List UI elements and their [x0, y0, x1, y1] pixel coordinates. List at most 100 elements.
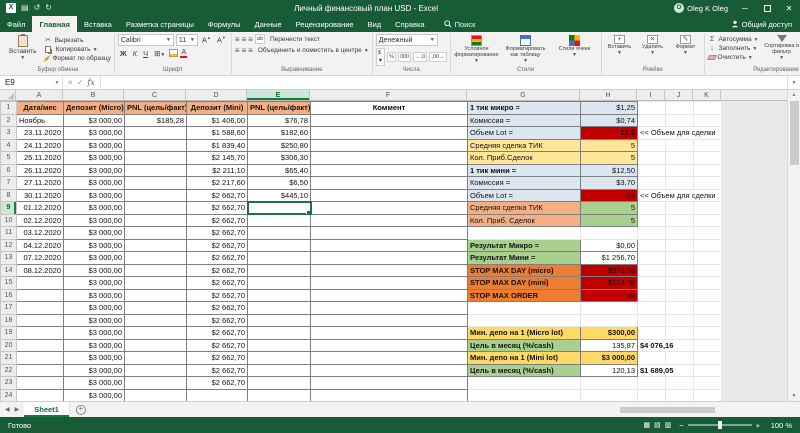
cell-J6[interactable] — [665, 163, 694, 177]
row-header-22[interactable]: 22 — [0, 363, 17, 377]
currency-format-button[interactable]: $ ▼ — [375, 48, 386, 66]
cell-C18[interactable] — [124, 313, 187, 327]
cell-D4[interactable]: $1 839,40 — [186, 138, 248, 152]
cell-A5[interactable]: 25.11.2020 — [16, 151, 64, 165]
cell-I19[interactable] — [637, 326, 666, 340]
cut-button[interactable]: ✂ Вырезать — [44, 36, 111, 45]
column-header-I[interactable]: I — [637, 90, 665, 100]
cell-E15[interactable] — [247, 276, 311, 290]
cell-H17[interactable] — [580, 301, 638, 315]
close-button[interactable]: ✕ — [778, 0, 800, 16]
ribbon-tab-Разметка страницы[interactable]: Разметка страницы — [119, 16, 201, 32]
cell-H1[interactable]: $1,25 — [580, 101, 638, 115]
cell-G18[interactable] — [467, 313, 581, 327]
cell-E6[interactable]: $65,40 — [247, 163, 311, 177]
ribbon-tab-Вставка[interactable]: Вставка — [77, 16, 119, 32]
row-header-12[interactable]: 12 — [0, 238, 17, 252]
cell-E21[interactable] — [247, 351, 311, 365]
ribbon-tab-Данные[interactable]: Данные — [248, 16, 289, 32]
cell-I16[interactable] — [637, 288, 666, 302]
cell-C4[interactable] — [124, 138, 187, 152]
cell-C23[interactable] — [124, 376, 187, 390]
page-break-view-icon[interactable]: ▥ — [665, 421, 672, 429]
cell-K6[interactable] — [693, 163, 722, 177]
cell-F6[interactable] — [310, 163, 468, 177]
ribbon-tab-Формулы[interactable]: Формулы — [201, 16, 248, 32]
cell-D19[interactable]: $2 662,70 — [186, 326, 248, 340]
align-top-icon[interactable]: ≡ — [235, 35, 240, 44]
insert-function-icon[interactable]: fx — [87, 78, 94, 87]
row-header-11[interactable]: 11 — [0, 226, 17, 240]
new-sheet-button[interactable]: + — [75, 404, 86, 415]
insert-cells-button[interactable]: + Вставить ▼ — [605, 34, 635, 56]
cell-E7[interactable]: $6,50 — [247, 176, 311, 190]
cell-A23[interactable] — [16, 376, 64, 390]
cell-H3[interactable]: 10,0 — [580, 126, 638, 140]
cell-E5[interactable]: $306,30 — [247, 151, 311, 165]
cell-C22[interactable] — [124, 363, 187, 377]
cell-C14[interactable] — [124, 263, 187, 277]
cell-A13[interactable]: 07.12.2020 — [16, 251, 64, 265]
cell-styles-button[interactable]: Стили ячеек ▼ — [552, 34, 598, 58]
cell-J7[interactable] — [665, 176, 694, 190]
cell-K19[interactable] — [693, 326, 722, 340]
cell-J2[interactable] — [665, 113, 694, 127]
cell-C10[interactable] — [124, 213, 187, 227]
cell-H16[interactable]: 10 — [580, 288, 638, 302]
cell-J23[interactable] — [665, 376, 694, 390]
zoom-level[interactable]: 100 % — [764, 421, 792, 430]
cell-A11[interactable]: 03.12.2020 — [16, 226, 64, 240]
cell-E16[interactable] — [247, 288, 311, 302]
cell-A14[interactable]: 08.12.2020 — [16, 263, 64, 277]
cell-I7[interactable] — [637, 176, 666, 190]
cell-F12[interactable] — [310, 238, 468, 252]
cell-C11[interactable] — [124, 226, 187, 240]
prev-sheet-icon[interactable]: ◀ — [5, 406, 10, 413]
cell-F5[interactable] — [310, 151, 468, 165]
restore-button[interactable] — [756, 0, 778, 16]
cell-B1[interactable]: Депозит (Micro) — [63, 101, 125, 115]
cell-D2[interactable]: $1 406,00 — [186, 113, 248, 127]
cell-C13[interactable] — [124, 251, 187, 265]
row-header-1[interactable]: 1 — [0, 101, 17, 115]
conditional-formatting-button[interactable]: Условное форматирование ▼ — [454, 34, 500, 64]
cell-F3[interactable] — [310, 126, 468, 140]
cell-E11[interactable] — [247, 226, 311, 240]
cell-A15[interactable] — [16, 276, 64, 290]
cell-H24[interactable] — [580, 388, 638, 401]
cell-H5[interactable]: 5 — [580, 151, 638, 165]
cell-E13[interactable] — [247, 251, 311, 265]
column-header-C[interactable]: C — [124, 90, 186, 100]
row-header-6[interactable]: 6 — [0, 163, 17, 177]
cell-K14[interactable] — [693, 263, 722, 277]
cell-K21[interactable] — [693, 351, 722, 365]
merge-center-button[interactable]: Объединить и поместить в центре ▼ — [258, 47, 369, 54]
cell-E18[interactable] — [247, 313, 311, 327]
cell-J19[interactable] — [665, 326, 694, 340]
cell-G6[interactable]: 1 тик мини = — [467, 163, 581, 177]
cell-A18[interactable] — [16, 313, 64, 327]
sheet-tab-sheet1[interactable]: Sheet1 — [24, 402, 70, 417]
cell-C2[interactable]: $185,28 — [124, 113, 187, 127]
cell-G20[interactable]: Цель в месяц (%/cash) — [467, 338, 581, 352]
cell-K4[interactable] — [693, 138, 722, 152]
cell-I8[interactable]: << Объем для сделки — [637, 188, 722, 202]
cancel-entry-icon[interactable]: × — [68, 78, 73, 87]
cell-E20[interactable] — [247, 338, 311, 352]
cell-B3[interactable]: $3 000,00 — [63, 126, 125, 140]
cell-J13[interactable] — [665, 251, 694, 265]
cell-A6[interactable]: 26.11.2020 — [16, 163, 64, 177]
cell-D3[interactable]: $1 588,60 — [186, 126, 248, 140]
cell-B6[interactable]: $3 000,00 — [63, 163, 125, 177]
cell-E4[interactable]: $250,80 — [247, 138, 311, 152]
cell-K11[interactable] — [693, 226, 722, 240]
cell-I6[interactable] — [637, 163, 666, 177]
cell-D1[interactable]: Депозит (Mini) — [186, 101, 248, 115]
cell-G10[interactable]: Кол. Приб. Сделок — [467, 213, 581, 227]
cell-H10[interactable]: 5 — [580, 213, 638, 227]
cell-I13[interactable] — [637, 251, 666, 265]
cell-E22[interactable] — [247, 363, 311, 377]
font-name-select[interactable]: Calibri ▼ — [117, 34, 174, 46]
cell-I1[interactable] — [637, 101, 666, 115]
cell-C16[interactable] — [124, 288, 187, 302]
